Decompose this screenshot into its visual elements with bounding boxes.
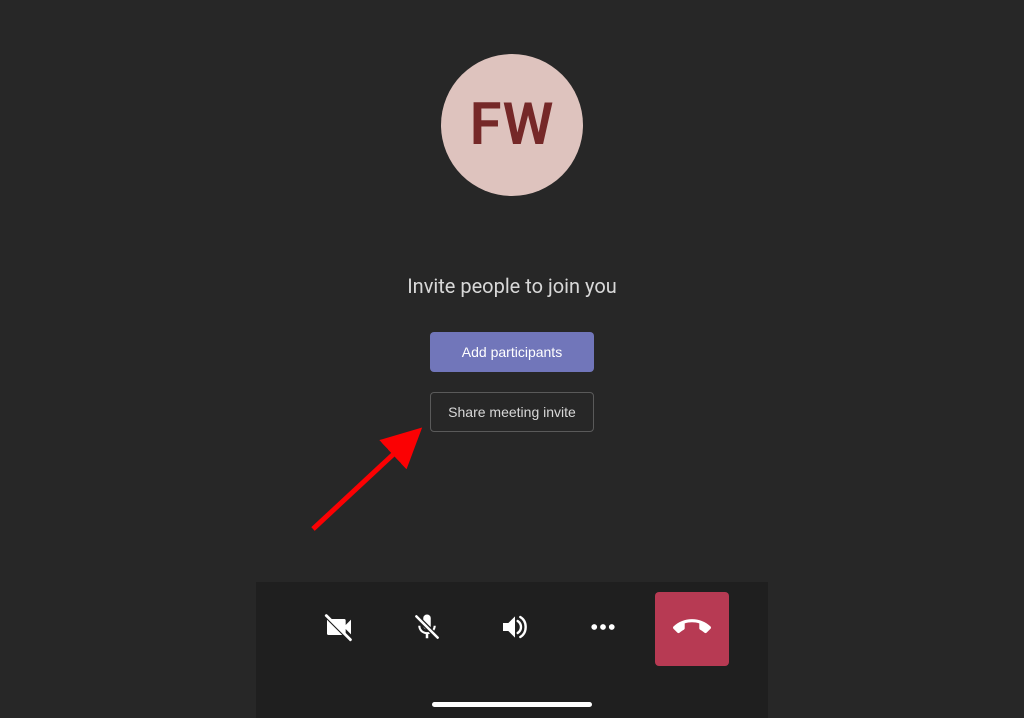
share-meeting-invite-label: Share meeting invite: [448, 404, 576, 420]
mic-off-icon: [412, 612, 442, 646]
share-meeting-invite-button[interactable]: Share meeting invite: [430, 392, 594, 432]
home-indicator[interactable]: [432, 702, 592, 707]
add-participants-button[interactable]: Add participants: [430, 332, 594, 372]
camera-off-icon: [323, 611, 355, 647]
call-toolbar: [256, 582, 768, 718]
hangup-icon: [673, 608, 711, 650]
speaker-icon: [499, 611, 531, 647]
speaker-button[interactable]: [471, 592, 559, 666]
mic-toggle-button[interactable]: [383, 592, 471, 666]
avatar-initials: FW: [470, 91, 555, 159]
camera-toggle-button[interactable]: [295, 592, 383, 666]
more-options-button[interactable]: [559, 592, 647, 666]
invite-prompt-text: Invite people to join you: [407, 274, 617, 298]
add-participants-label: Add participants: [462, 344, 562, 360]
more-icon: [588, 612, 618, 646]
toolbar-buttons: [256, 592, 768, 666]
invite-button-group: Add participants Share meeting invite: [430, 332, 594, 432]
hangup-button[interactable]: [655, 592, 729, 666]
user-avatar: FW: [441, 54, 583, 196]
